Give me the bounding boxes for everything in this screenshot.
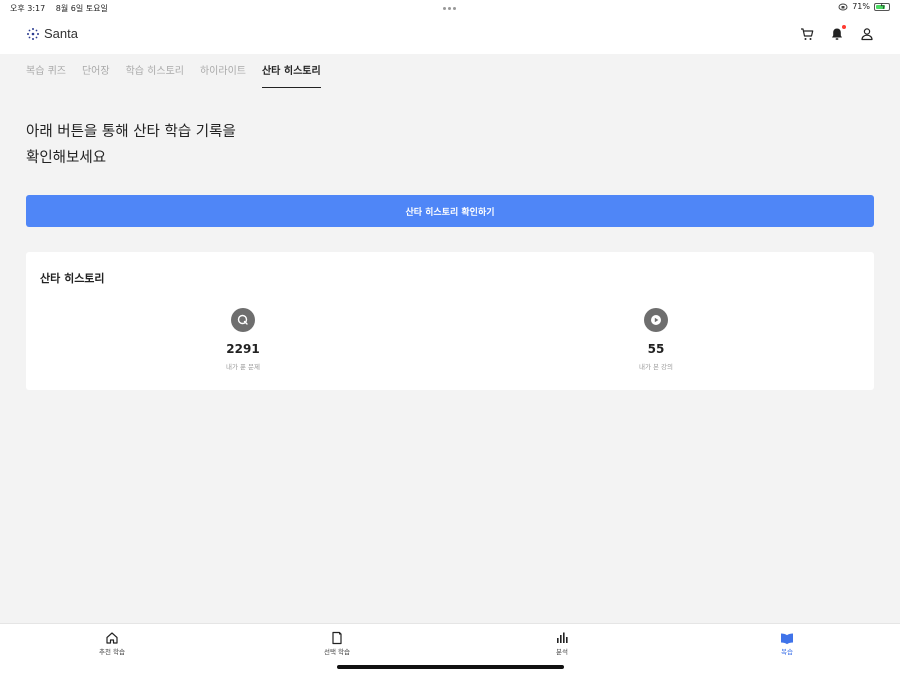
home-indicator[interactable] (337, 665, 564, 669)
headline-line-1: 아래 버튼을 통해 산타 학습 기록을 (26, 124, 236, 140)
top-bar: Santa (0, 16, 900, 54)
home-icon (105, 630, 119, 644)
nav-label: 선택 학습 (324, 648, 350, 656)
nav-label: 추천 학습 (99, 648, 125, 656)
notification-dot (842, 25, 846, 29)
rotation-lock-icon (838, 3, 848, 10)
nav-label: 복습 (781, 648, 793, 656)
solved-questions-value: 2291 (226, 342, 260, 356)
solved-questions-label: 내가 푼 문제 (225, 363, 261, 371)
bar-chart-icon (555, 630, 569, 644)
review-tabs: 복습 퀴즈 단어장 학습 히스토리 하이라이트 산타 히스토리 (26, 62, 321, 88)
watched-lectures-label: 내가 본 강의 (638, 363, 674, 371)
battery-percent: 71% (852, 2, 870, 11)
santa-logo-text: Santa (44, 26, 78, 41)
question-icon (231, 308, 255, 332)
page-headline: 아래 버튼을 통해 산타 학습 기록을 확인해보세요 (26, 119, 236, 171)
multitask-dots-icon[interactable] (443, 7, 457, 10)
santa-logo-icon (27, 27, 39, 40)
notification-bell-icon[interactable] (830, 25, 846, 40)
profile-icon[interactable] (860, 26, 874, 41)
tab-review-quiz[interactable]: 복습 퀴즈 (26, 62, 66, 88)
top-actions (800, 25, 874, 41)
santa-history-card: 산타 히스토리 2291 내가 푼 문제 55 내가 본 강의 (26, 252, 874, 390)
open-book-icon (780, 630, 794, 645)
cart-icon[interactable] (800, 26, 814, 40)
play-icon (644, 308, 668, 332)
card-title: 산타 히스토리 (40, 272, 105, 285)
status-time: 오후 3:17 (10, 4, 46, 13)
nav-recommended-study[interactable]: 추천 학습 (72, 630, 152, 656)
tab-study-history[interactable]: 학습 히스토리 (126, 62, 184, 88)
status-right: 71% ϟ (838, 2, 890, 11)
status-date: 8월 6일 토요일 (55, 4, 108, 13)
headline-line-2: 확인해보세요 (26, 150, 107, 166)
tab-santa-history[interactable]: 산타 히스토리 (261, 62, 321, 88)
watched-lectures-value: 55 (647, 342, 665, 356)
battery-icon: ϟ (874, 2, 890, 11)
tab-vocabulary[interactable]: 단어장 (82, 62, 110, 88)
tab-highlight[interactable]: 하이라이트 (200, 62, 246, 88)
santa-logo[interactable]: Santa (26, 26, 78, 41)
watched-lectures-stat: 55 내가 본 강의 (596, 308, 716, 371)
nav-review[interactable]: 복습 (747, 630, 827, 656)
status-time-date: 오후 3:17 8월 6일 토요일 (10, 3, 116, 14)
nav-label: 분석 (556, 648, 568, 656)
nav-selected-study[interactable]: 선택 학습 (297, 630, 377, 656)
book-icon (330, 630, 344, 645)
solved-questions-stat: 2291 내가 푼 문제 (183, 308, 303, 371)
nav-analysis[interactable]: 분석 (522, 630, 602, 656)
check-santa-history-button[interactable]: 산타 히스토리 확인하기 (26, 195, 874, 227)
status-bar: 오후 3:17 8월 6일 토요일 71% ϟ (0, 0, 900, 16)
